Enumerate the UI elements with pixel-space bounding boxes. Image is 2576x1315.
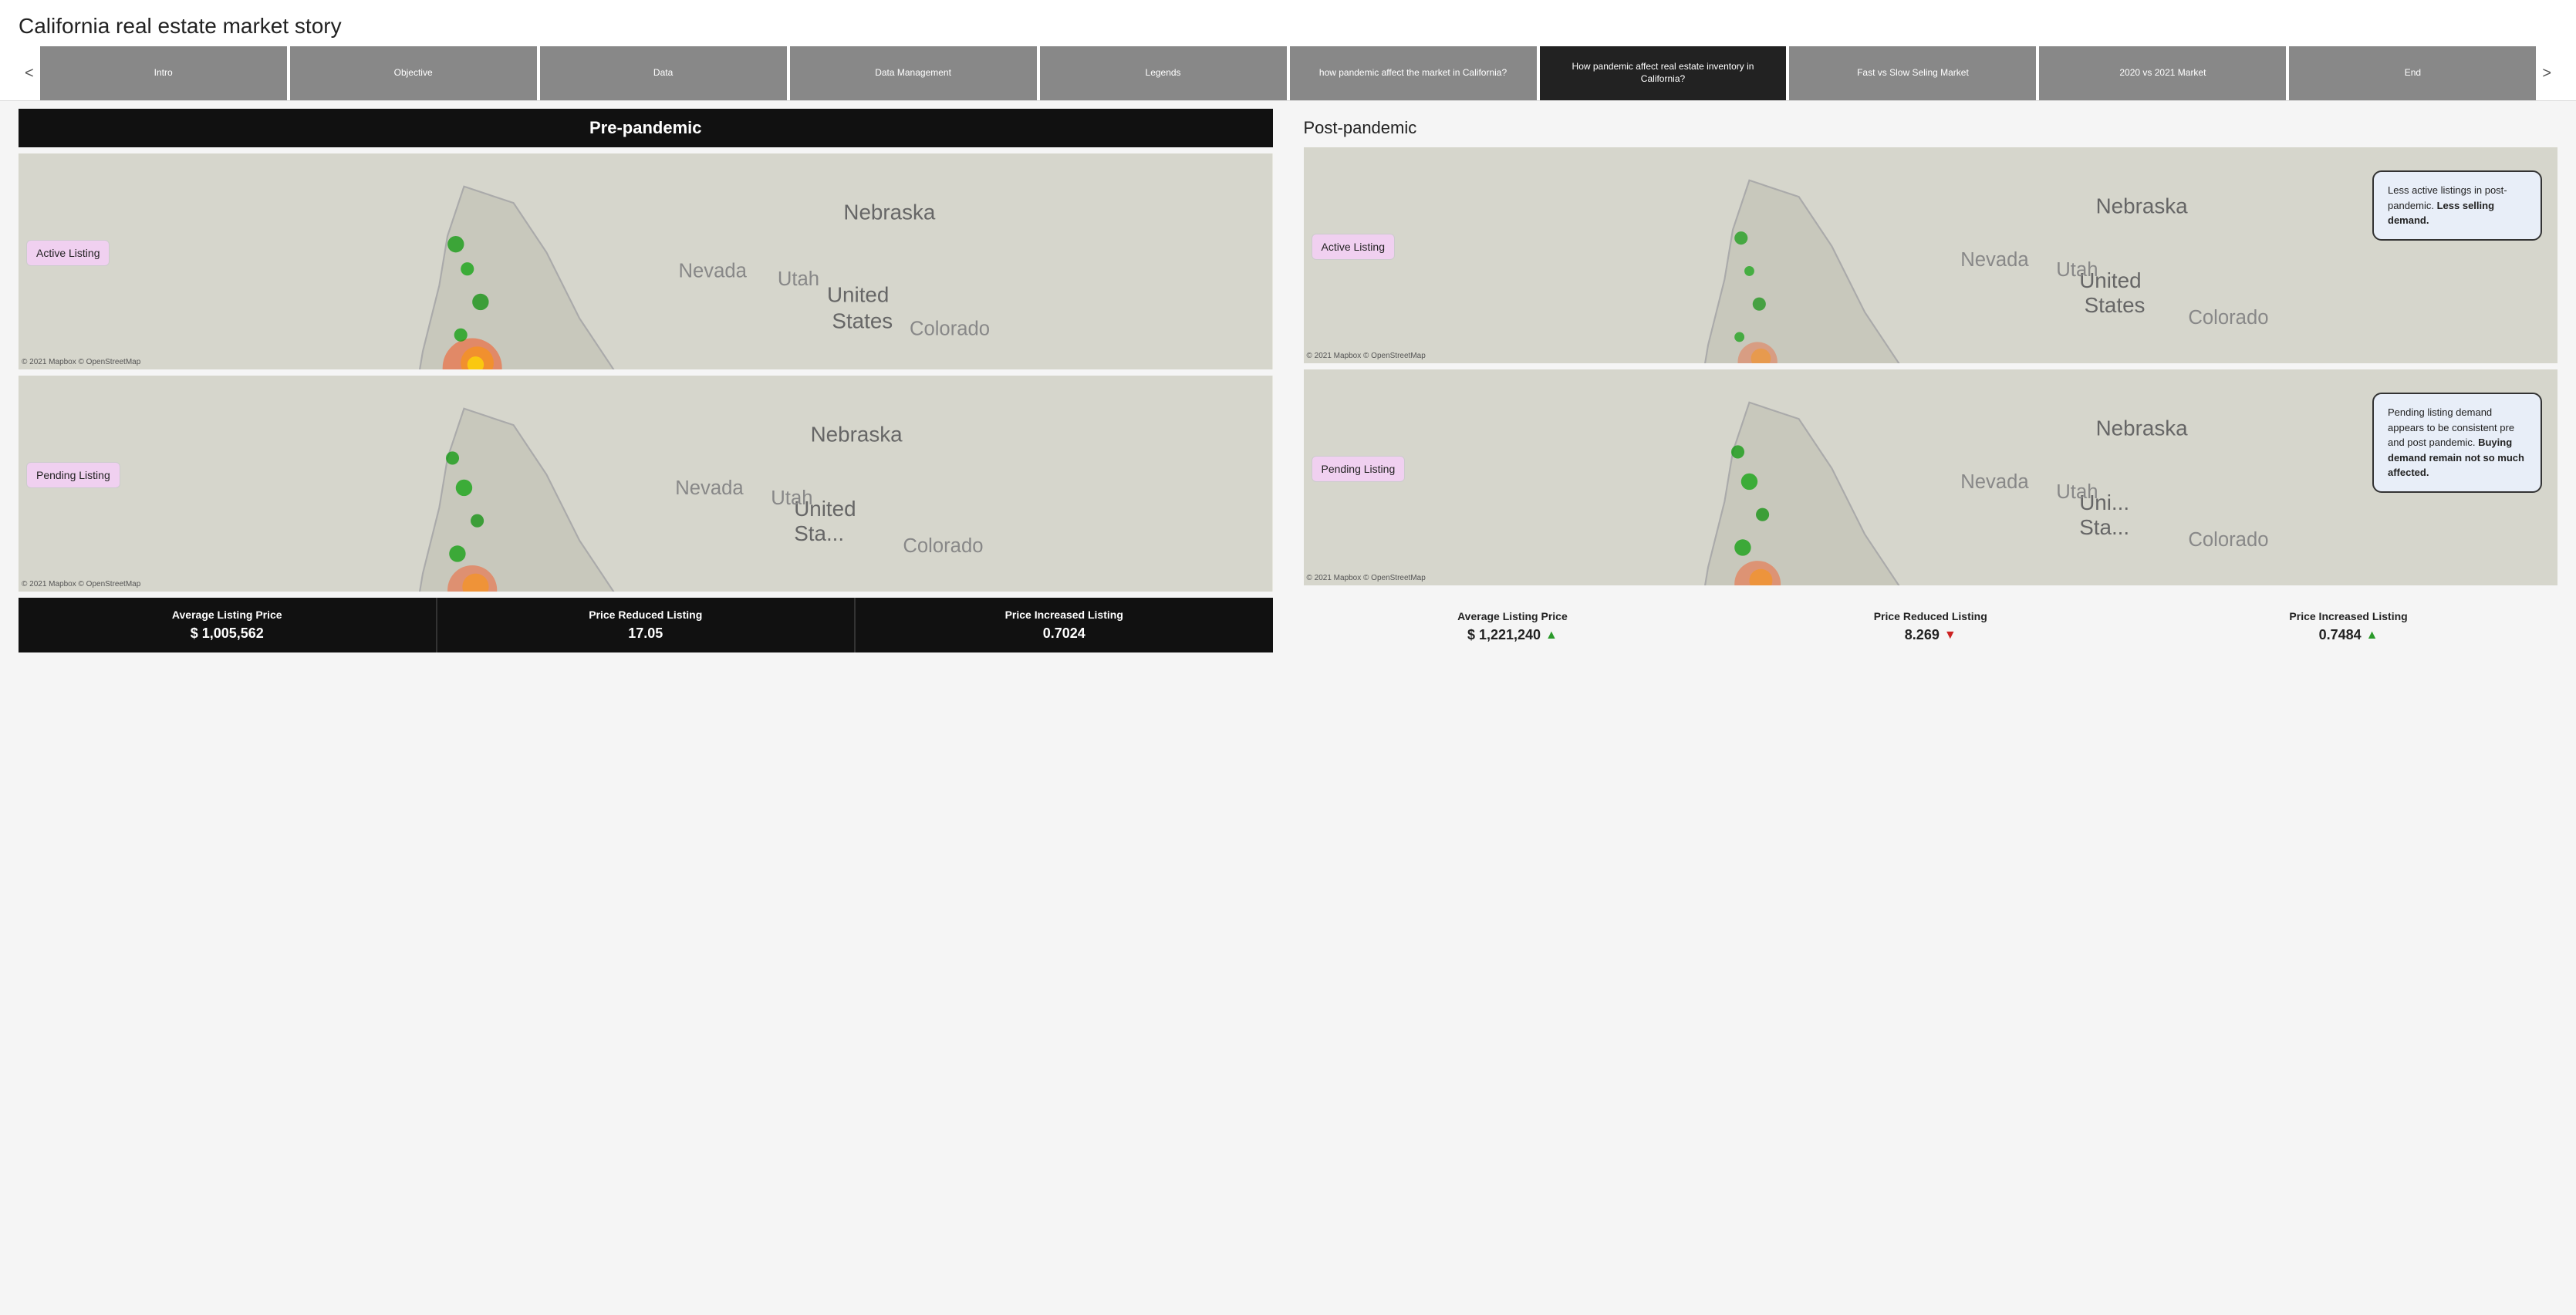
svg-text:Utah: Utah <box>778 268 819 290</box>
nav-tab-legends[interactable]: Legends <box>1040 46 1287 100</box>
post-pandemic-pending-map-svg: Nebraska Uni... Sta... Nevada Utah Color… <box>1304 369 2557 585</box>
svg-text:Utah: Utah <box>2056 481 2098 503</box>
svg-text:Nebraska: Nebraska <box>2095 416 2188 440</box>
nav-prev-button[interactable]: < <box>19 46 40 100</box>
pre-price-increased-label: Price Increased Listing <box>862 609 1267 621</box>
svg-text:States: States <box>2084 293 2145 317</box>
post-pandemic-active-map-svg: Nebraska United States Nevada Utah Color… <box>1304 147 2557 363</box>
pre-avg-price-stat: Average Listing Price $ 1,005,562 <box>19 598 436 652</box>
nav-tab-fast-vs-slow[interactable]: Fast vs Slow Seling Market <box>1789 46 2036 100</box>
pre-avg-price-value: $ 1,005,562 <box>25 625 430 642</box>
svg-text:States: States <box>832 309 893 333</box>
svg-text:Utah: Utah <box>2056 259 2098 281</box>
page-title: California real estate market story <box>0 0 2576 46</box>
svg-text:Colorado: Colorado <box>2188 529 2268 551</box>
pending-annotation-box: Pending listing demand appears to be con… <box>2372 393 2542 493</box>
pre-pandemic-active-map: Active Listing <box>19 153 1273 369</box>
svg-text:Nevada: Nevada <box>1960 471 2029 493</box>
nav-tab-end[interactable]: End <box>2289 46 2536 100</box>
main-content: Pre-pandemic Active Listing <box>0 101 2576 662</box>
pre-pandemic-pending-map-svg: Nebraska United Sta... Nevada Utah Color… <box>19 376 1272 592</box>
pre-pandemic-pending-map-credit: © 2021 Mapbox © OpenStreetMap <box>22 580 140 588</box>
post-avg-price-value: $ 1,221,240 ▲ <box>1310 627 1716 643</box>
pre-pandemic-pending-label: Pending Listing <box>26 462 120 488</box>
pre-pandemic-active-map-svg: Nebraska United States Nevada Utah Color… <box>19 153 1272 369</box>
pre-pandemic-title: Pre-pandemic <box>19 109 1273 147</box>
svg-text:Utah: Utah <box>771 487 812 509</box>
post-avg-price-label: Average Listing Price <box>1310 610 1716 622</box>
navigation-bar: < IntroObjectiveDataData ManagementLegen… <box>0 46 2576 101</box>
svg-text:Nevada: Nevada <box>675 477 744 499</box>
post-avg-price-stat: Average Listing Price $ 1,221,240 ▲ <box>1304 602 1722 651</box>
price-increased-trend-icon: ▲ <box>2366 629 2378 642</box>
post-pandemic-active-map-credit: © 2021 Mapbox © OpenStreetMap <box>1307 352 1426 360</box>
post-price-reduced-label: Price Reduced Listing <box>1727 610 2133 622</box>
pre-price-increased-value: 0.7024 <box>862 625 1267 642</box>
nav-tab-how-pandemic-affect[interactable]: how pandemic affect the market in Califo… <box>1290 46 1537 100</box>
svg-text:United: United <box>827 282 889 306</box>
post-price-increased-stat: Price Increased Listing 0.7484 ▲ <box>2139 602 2557 651</box>
active-annotation-box: Less active listings in post-pandemic. L… <box>2372 170 2542 241</box>
nav-tab-data-management[interactable]: Data Management <box>790 46 1037 100</box>
pending-annotation-bold: Buying demand remain not so much affecte… <box>2388 437 2524 478</box>
pre-pandemic-active-map-credit: © 2021 Mapbox © OpenStreetMap <box>22 358 140 366</box>
svg-text:Nebraska: Nebraska <box>843 201 936 224</box>
post-pandemic-stats-bar: Average Listing Price $ 1,221,240 ▲ Pric… <box>1304 592 2558 654</box>
svg-text:Sta...: Sta... <box>794 521 844 545</box>
svg-text:Colorado: Colorado <box>2188 307 2268 329</box>
pre-price-reduced-value: 17.05 <box>444 625 849 642</box>
pre-pandemic-stats-bar: Average Listing Price $ 1,005,562 Price … <box>19 598 1273 652</box>
svg-text:Sta...: Sta... <box>2079 515 2129 539</box>
pre-pandemic-pending-map: Pending Listing <box>19 376 1273 592</box>
nav-tab-2020-vs-2021[interactable]: 2020 vs 2021 Market <box>2039 46 2286 100</box>
nav-tab-how-pandemic-inventory[interactable]: How pandemic affect real estate inventor… <box>1540 46 1787 100</box>
post-pandemic-active-map: Active Listing <box>1304 147 2558 363</box>
pre-pandemic-panel: Pre-pandemic Active Listing <box>19 109 1273 654</box>
pre-pandemic-active-label: Active Listing <box>26 240 110 266</box>
svg-text:Nebraska: Nebraska <box>811 423 903 447</box>
nav-tab-objective[interactable]: Objective <box>290 46 537 100</box>
svg-text:Nevada: Nevada <box>679 260 748 282</box>
avg-price-trend-icon: ▲ <box>1545 629 1558 642</box>
nav-tabs: IntroObjectiveDataData ManagementLegends… <box>40 46 2537 100</box>
post-pandemic-title: Post-pandemic <box>1304 109 2558 141</box>
pre-price-increased-stat: Price Increased Listing 0.7024 <box>854 598 1273 652</box>
post-pandemic-panel: Post-pandemic Active Listing <box>1304 109 2558 654</box>
pre-price-reduced-label: Price Reduced Listing <box>444 609 849 621</box>
nav-tab-intro[interactable]: Intro <box>40 46 287 100</box>
post-price-increased-label: Price Increased Listing <box>2146 610 2551 622</box>
svg-text:Nebraska: Nebraska <box>2095 194 2188 218</box>
post-pandemic-pending-map: Pending Listing <box>1304 369 2558 585</box>
panel-divider <box>1273 109 1288 654</box>
post-pandemic-pending-label: Pending Listing <box>1312 456 1406 482</box>
active-annotation-bold: Less selling demand. <box>2388 200 2494 227</box>
post-pandemic-active-label: Active Listing <box>1312 234 1395 260</box>
svg-text:Nevada: Nevada <box>1960 249 2029 271</box>
nav-tab-data[interactable]: Data <box>540 46 787 100</box>
price-reduced-trend-icon: ▼ <box>1944 629 1956 642</box>
post-price-reduced-stat: Price Reduced Listing 8.269 ▼ <box>1721 602 2139 651</box>
post-price-reduced-value: 8.269 ▼ <box>1727 627 2133 643</box>
pre-avg-price-label: Average Listing Price <box>25 609 430 621</box>
svg-text:Colorado: Colorado <box>903 535 983 557</box>
pre-price-reduced-stat: Price Reduced Listing 17.05 <box>436 598 855 652</box>
pending-annotation-text: Pending listing demand appears to be con… <box>2388 406 2524 478</box>
active-annotation-text: Less active listings in post-pandemic. L… <box>2388 184 2507 226</box>
nav-next-button[interactable]: > <box>2536 46 2557 100</box>
post-pandemic-pending-map-credit: © 2021 Mapbox © OpenStreetMap <box>1307 574 1426 582</box>
svg-text:Colorado: Colorado <box>910 318 990 339</box>
post-price-increased-value: 0.7484 ▲ <box>2146 627 2551 643</box>
